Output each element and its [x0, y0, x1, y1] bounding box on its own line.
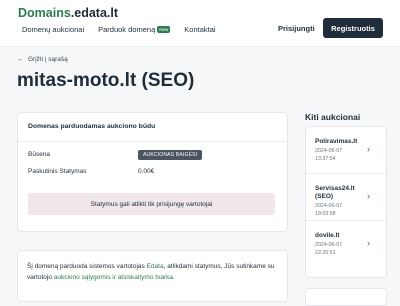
info-text-part: .	[172, 274, 175, 281]
logo-text-domain-suffix: .edata.lt	[70, 6, 119, 20]
auction-date: 2024-06-07	[315, 203, 343, 209]
chevron-right-icon: ›	[367, 191, 370, 201]
nav-item-label: Parduok domeną	[98, 25, 156, 34]
list-item[interactable]: dovile.lt 2024-06-07 22:20:51 ›	[306, 221, 386, 267]
auction-terms-link[interactable]: aukciono sąlygomis ir atsiskaitymo tvark…	[54, 274, 173, 281]
status-badge: AUKCIONAS BAIGĖSI	[138, 150, 203, 160]
nav-item-label: Domenų aukcionai	[22, 25, 85, 34]
nav-item-sell-domain[interactable]: Parduok domeną New	[98, 25, 171, 34]
other-auctions-list: Poliravimas.lt 2024-06-07 13:37:54 › Ser…	[305, 126, 387, 278]
back-to-list-link[interactable]: ← Grįžti į sąrašą	[17, 56, 68, 63]
auction-time: 13:37:54	[315, 156, 336, 162]
last-bid-label: Paskutinis Statymas	[28, 168, 87, 175]
auction-card: Domenas parduodamas aukciono būdu Būsena…	[17, 112, 288, 232]
status-label: Būsena	[28, 151, 51, 158]
auction-name: Poliravimas.lt	[315, 138, 358, 145]
new-badge: New	[157, 26, 171, 33]
seller-link[interactable]: Edata	[147, 263, 164, 270]
page-title: mitas-moto.lt (SEO)	[17, 70, 195, 91]
arrow-left-icon: ←	[17, 56, 24, 63]
auction-card-title: Domenas parduodamas aukciono būdu	[28, 123, 156, 130]
seller-info-card: Šį domeną parduoda sistemos vartotojas E…	[17, 250, 288, 302]
divider	[18, 141, 287, 142]
chevron-right-icon: ›	[367, 144, 370, 154]
list-item[interactable]: Servisas24.lt (SEO) 2024-06-07 18:03:58 …	[306, 174, 386, 221]
list-item[interactable]: Poliravimas.lt 2024-06-07 13:37:54 ›	[306, 127, 386, 174]
logo-text-domains: Domains	[18, 6, 71, 20]
seller-info-text: Šį domeną parduoda sistemos vartotojas E…	[27, 261, 277, 283]
auction-time: 22:20:51	[315, 250, 336, 256]
nav-item-domain-auctions[interactable]: Domenų aukcionai	[22, 25, 84, 34]
sidebar-more-button[interactable]	[305, 288, 387, 306]
register-button[interactable]: Registruotis	[323, 18, 383, 38]
login-required-notice: Statymus gali atlikti tik prisijungę var…	[28, 193, 275, 215]
auction-name: dovile.lt	[315, 232, 340, 239]
other-auctions-title: Kiti aukcionai	[305, 112, 361, 122]
auction-date: 2024-06-07	[315, 242, 343, 248]
login-button[interactable]: Prisijungti	[278, 24, 315, 33]
auction-date: 2024-06-07	[315, 148, 343, 154]
main-nav: Domenų aukcionai Parduok domeną New Kont…	[22, 25, 230, 34]
nav-item-contacts[interactable]: Kontaktai	[184, 25, 215, 34]
site-logo[interactable]: Domains.edata.lt	[18, 6, 118, 20]
top-header: Domains.edata.lt Domenų aukcionai Parduo…	[0, 0, 400, 47]
auction-time: 18:03:58	[315, 211, 336, 217]
nav-item-label: Kontaktai	[184, 25, 216, 34]
info-text-part: Šį domeną parduoda sistemos vartotojas	[27, 263, 147, 270]
back-link-label: Grįžti į sąrašą	[28, 56, 68, 63]
chevron-right-icon: ›	[367, 238, 370, 248]
auction-name: Servisas24.lt (SEO)	[315, 185, 355, 200]
last-bid-value: 0.00€	[138, 168, 155, 175]
